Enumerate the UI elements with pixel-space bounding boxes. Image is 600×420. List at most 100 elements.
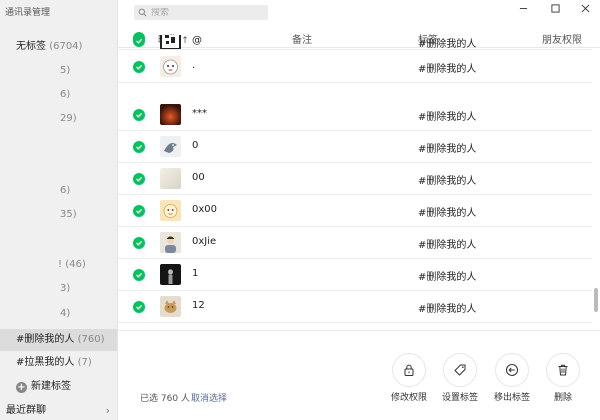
new-tag-button[interactable]: + 新建标签 — [16, 378, 71, 396]
sidebar-tag-item[interactable]: 5) — [60, 62, 70, 80]
table-row[interactable]: 1 #删除我的人 — [118, 259, 592, 291]
sidebar-tag-blocked-me[interactable]: #拉黑我的人 (7) — [16, 354, 92, 372]
check-icon — [136, 272, 143, 278]
avatar — [160, 136, 181, 157]
row-tag: #删除我的人 — [418, 39, 477, 50]
tag-icon — [443, 353, 477, 387]
row-checkbox[interactable] — [133, 141, 145, 153]
table-row[interactable]: *** #删除我的人 — [118, 99, 592, 131]
row-checkbox[interactable] — [133, 173, 145, 185]
tag-count: 6) — [60, 89, 71, 100]
delete-button[interactable]: 删除 — [538, 353, 588, 403]
check-icon — [136, 208, 143, 214]
avatar — [160, 296, 181, 317]
tag-label: 无标签 — [16, 41, 46, 52]
row-nickname: 0xJie — [192, 236, 217, 247]
selected-count: 已选 760 人 — [140, 394, 190, 404]
table-row[interactable]: 0x00 #删除我的人 — [118, 195, 592, 227]
minimize-button[interactable] — [508, 0, 538, 16]
edit-permission-button[interactable]: 修改权限 — [384, 353, 434, 403]
sidebar-tag-untagged[interactable]: 无标签 (6704) — [16, 38, 82, 56]
recent-groups-item[interactable]: 最近群聊 › — [6, 402, 110, 420]
table-row[interactable]: . #删除我的人 — [118, 51, 592, 83]
tag-label: #删除我的人 — [16, 334, 75, 345]
avatar — [160, 168, 181, 189]
search-input[interactable] — [151, 7, 261, 18]
row-tag: #删除我的人 — [418, 112, 477, 123]
set-tag-label: 设置标签 — [441, 393, 478, 403]
avatar — [160, 264, 181, 285]
row-tag: #删除我的人 — [418, 272, 477, 283]
edit-permission-label: 修改权限 — [390, 393, 427, 403]
row-nickname: 0x00 — [192, 204, 218, 215]
lock-icon — [392, 353, 426, 387]
row-checkbox[interactable] — [133, 269, 145, 281]
avatar — [160, 56, 181, 77]
tag-count: 5) — [60, 65, 71, 76]
new-tag-label: 新建标签 — [31, 381, 71, 392]
app-title: 通讯录管理 — [5, 8, 51, 18]
sidebar-tag-deleted-me[interactable]: #删除我的人 (760) — [0, 329, 117, 351]
avatar — [160, 104, 181, 125]
tag-count: (760) — [77, 334, 105, 345]
table-row[interactable]: 12 #删除我的人 — [118, 291, 592, 323]
check-icon — [136, 112, 143, 118]
search-box[interactable] — [134, 5, 268, 20]
tag-count: (6704) — [49, 41, 83, 52]
row-nickname: *** — [192, 108, 207, 119]
avatar — [160, 200, 181, 221]
row-checkbox[interactable] — [133, 205, 145, 217]
trash-icon — [546, 353, 580, 387]
sidebar-tag-item[interactable]: 6) — [60, 86, 70, 104]
sidebar-tag-item[interactable]: 29) — [60, 110, 77, 128]
tag-count: 6) — [60, 185, 71, 196]
close-button[interactable] — [570, 0, 600, 16]
check-icon — [136, 176, 143, 182]
contacts-panel: 昵称 ↑ 备注 标签 朋友权限 @ #删除我的人 . #删除我的人 *** # — [118, 0, 600, 420]
row-tag: #删除我的人 — [418, 304, 477, 315]
row-checkbox[interactable] — [133, 301, 145, 313]
row-tag: #删除我的人 — [418, 240, 477, 251]
table-row[interactable]: 00 #删除我的人 — [118, 163, 592, 195]
row-nickname: 12 — [192, 300, 205, 311]
sidebar-tag-item[interactable]: 6) — [60, 182, 70, 200]
sidebar-tag-item[interactable]: 4) — [60, 305, 70, 323]
tag-count: 3) — [60, 283, 71, 294]
check-icon — [136, 38, 143, 44]
sidebar-tag-item[interactable]: ! (46) — [58, 256, 86, 274]
maximize-button[interactable] — [540, 0, 570, 16]
row-checkbox[interactable] — [133, 237, 145, 249]
table-row[interactable]: @ #删除我的人 — [118, 35, 592, 50]
row-checkbox[interactable] — [133, 61, 145, 73]
cancel-selection-link[interactable]: 取消选择 — [191, 391, 227, 404]
row-nickname: @ — [192, 35, 202, 46]
plus-icon: + — [16, 381, 27, 393]
sidebar: 通讯录管理 无标签 (6704) 5) 6) 29) 6) 35) ! (46)… — [0, 0, 118, 420]
row-checkbox[interactable] — [133, 109, 145, 121]
row-nickname: 1 — [192, 268, 199, 279]
remove-from-tag-button[interactable]: 移出标签 — [487, 353, 537, 403]
table-row[interactable]: 0xJie #删除我的人 — [118, 227, 592, 259]
bottom-action-bar: 已选 760 人 取消选择 修改权限 设置标签 移出标签 删除 — [118, 330, 600, 420]
scrollbar[interactable] — [594, 288, 598, 312]
row-tag: #删除我的人 — [418, 208, 477, 219]
sidebar-tag-item[interactable]: 35) — [60, 206, 77, 224]
tag-count: 4) — [60, 308, 71, 319]
maximize-icon — [550, 3, 560, 13]
tag-label: #拉黑我的人 — [16, 357, 75, 368]
chevron-right-icon: › — [105, 404, 110, 417]
table-row[interactable]: 0 #删除我的人 — [118, 131, 592, 163]
sidebar-tag-item[interactable]: 3) — [60, 280, 70, 298]
tag-label: ! — [58, 259, 63, 270]
tag-count: 35) — [60, 209, 77, 220]
row-checkbox[interactable] — [133, 35, 145, 47]
search-icon — [138, 8, 147, 17]
set-tag-button[interactable]: 设置标签 — [435, 353, 485, 403]
row-tag: #删除我的人 — [418, 176, 477, 187]
delete-label: 删除 — [553, 393, 572, 403]
remove-from-tag-label: 移出标签 — [493, 393, 530, 403]
close-icon — [581, 4, 589, 12]
avatar — [160, 232, 181, 253]
remove-icon — [495, 353, 529, 387]
tag-count: (7) — [77, 357, 92, 368]
